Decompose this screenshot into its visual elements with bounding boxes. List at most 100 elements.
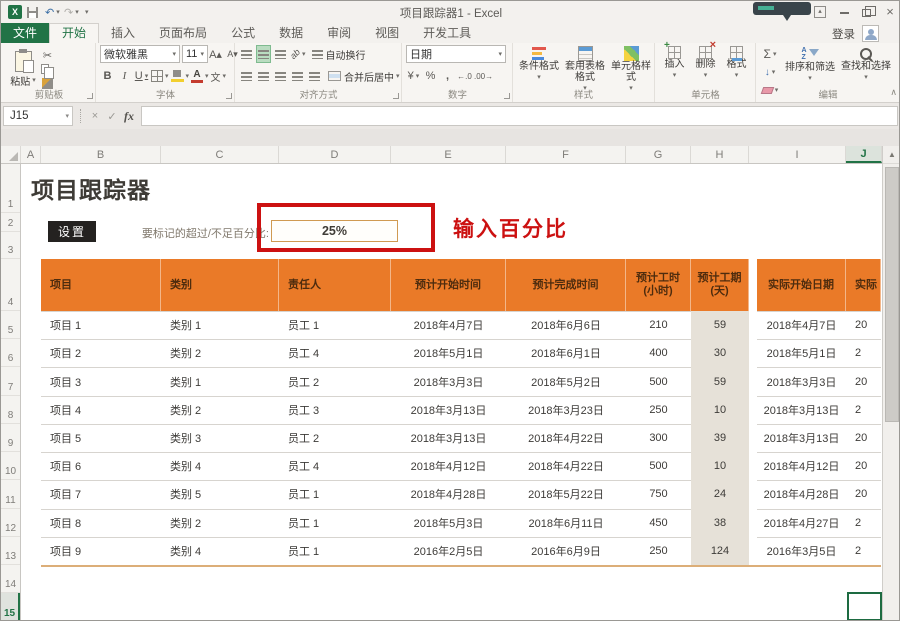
copy-button[interactable]: ▾ — [40, 62, 55, 76]
scroll-up-button[interactable]: ▲ — [883, 146, 900, 164]
cell-r1c8[interactable]: 2018年4月7日 — [757, 311, 846, 339]
tab-2[interactable]: 插入 — [99, 23, 147, 43]
align-center-button[interactable] — [256, 67, 271, 85]
cell-r1c7[interactable]: 59 — [691, 311, 749, 339]
cell-r6c8[interactable]: 2018年4月12日 — [757, 452, 846, 480]
cell-r3c6[interactable]: 500 — [626, 367, 691, 395]
format-cells-button[interactable]: 格式▾ — [721, 46, 752, 81]
row-header-10[interactable]: 10 — [1, 452, 20, 480]
fill-button[interactable]: ↓▾ — [760, 63, 780, 81]
row-header-14[interactable]: 14 — [1, 565, 20, 593]
row-header-1[interactable]: 1 — [1, 164, 20, 213]
column-header-G[interactable]: G — [626, 146, 691, 163]
cell-r3c8[interactable]: 2018年3月3日 — [757, 367, 846, 395]
cell-r7c6[interactable]: 750 — [626, 480, 691, 508]
dialog-launcher-alignment[interactable] — [393, 93, 399, 99]
scrollbar-thumb[interactable] — [885, 167, 899, 422]
cell-r1c2[interactable]: 类别 1 — [161, 311, 279, 339]
row-header-3[interactable]: 3 — [1, 232, 20, 259]
user-avatar-icon[interactable] — [862, 25, 879, 42]
cell-r6c4[interactable]: 2018年4月12日 — [391, 452, 506, 480]
cell-r5c2[interactable]: 类别 3 — [161, 424, 279, 452]
wrap-text-button[interactable]: 自动换行 — [312, 47, 366, 62]
find-select-button[interactable]: 查找和选择▾ — [838, 45, 894, 83]
cell-r5c3[interactable]: 员工 2 — [279, 424, 391, 452]
collap​se-ribbon-button[interactable]: ∧ — [890, 87, 897, 98]
cell-r5c9[interactable]: 20 — [846, 424, 881, 452]
cell-r1c9[interactable]: 20 — [846, 311, 881, 339]
cell-r1c4[interactable]: 2018年4月7日 — [391, 311, 506, 339]
cell-r4c7[interactable]: 10 — [691, 396, 749, 424]
bold-button[interactable]: B — [100, 67, 115, 85]
cell-r7c3[interactable]: 员工 1 — [279, 480, 391, 508]
sign-in-link[interactable]: 登录 — [832, 26, 855, 42]
cell-r3c9[interactable]: 20 — [846, 367, 881, 395]
tab-4[interactable]: 公式 — [219, 23, 267, 43]
cell-r6c5[interactable]: 2018年4月22日 — [506, 452, 626, 480]
cell-r1c5[interactable]: 2018年6月6日 — [506, 311, 626, 339]
cell-r8c8[interactable]: 2018年4月27日 — [757, 509, 846, 537]
column-header-F[interactable]: F — [506, 146, 626, 163]
cell-r2c5[interactable]: 2018年6月1日 — [506, 339, 626, 367]
cell-r5c6[interactable]: 300 — [626, 424, 691, 452]
cell-r2c2[interactable]: 类别 2 — [161, 339, 279, 367]
cell-r4c5[interactable]: 2018年3月23日 — [506, 396, 626, 424]
align-middle-button[interactable] — [256, 45, 271, 63]
row-header-11[interactable]: 11 — [1, 480, 20, 509]
cell-r8c2[interactable]: 类别 2 — [161, 509, 279, 537]
cell-r9c2[interactable]: 类别 4 — [161, 537, 279, 565]
cell-r6c2[interactable]: 类别 4 — [161, 452, 279, 480]
column-header-E[interactable]: E — [391, 146, 506, 163]
column-header-B[interactable]: B — [41, 146, 161, 163]
row-header-5[interactable]: 5 — [1, 311, 20, 339]
cell-r2c3[interactable]: 员工 4 — [279, 339, 391, 367]
cell-r2c9[interactable]: 2 — [846, 339, 881, 367]
cell-r6c3[interactable]: 员工 4 — [279, 452, 391, 480]
cell-r9c3[interactable]: 员工 1 — [279, 537, 391, 565]
cell-r2c8[interactable]: 2018年5月1日 — [757, 339, 846, 367]
cell-r3c1[interactable]: 项目 3 — [41, 367, 161, 395]
column-header-C[interactable]: C — [161, 146, 279, 163]
column-header-I[interactable]: I — [749, 146, 846, 163]
cell-r8c3[interactable]: 员工 1 — [279, 509, 391, 537]
italic-button[interactable]: I — [117, 67, 132, 85]
cell-r5c1[interactable]: 项目 5 — [41, 424, 161, 452]
fill-color-button[interactable]: ▾ — [171, 67, 190, 85]
cell-r7c7[interactable]: 24 — [691, 480, 749, 508]
cell-r1c6[interactable]: 210 — [626, 311, 691, 339]
cell-r9c4[interactable]: 2016年2月5日 — [391, 537, 506, 565]
cell-r5c5[interactable]: 2018年4月22日 — [506, 424, 626, 452]
phonetic-guide-button[interactable]: 文▾ — [211, 67, 227, 85]
cell-r5c4[interactable]: 2018年3月13日 — [391, 424, 506, 452]
cell-r9c6[interactable]: 250 — [626, 537, 691, 565]
paste-button[interactable]: 粘贴▾ — [6, 48, 40, 88]
dialog-launcher-font[interactable] — [226, 93, 232, 99]
cell-r7c4[interactable]: 2018年4月28日 — [391, 480, 506, 508]
cut-button[interactable]: ✂ — [40, 48, 55, 62]
cell-r6c1[interactable]: 项目 6 — [41, 452, 161, 480]
cell-r6c7[interactable]: 10 — [691, 452, 749, 480]
cell-r9c9[interactable]: 2 — [846, 537, 881, 565]
insert-cells-button[interactable]: 插入▾ — [659, 46, 690, 81]
tab-1[interactable]: 开始 — [49, 23, 99, 43]
cancel-formula-button[interactable]: × — [87, 106, 103, 126]
vertical-scrollbar[interactable]: ▲ — [882, 146, 900, 621]
row-header-6[interactable]: 6 — [1, 339, 20, 367]
borders-button[interactable]: ▾ — [151, 67, 169, 85]
merge-center-button[interactable]: 合并后居中▾ — [328, 69, 400, 84]
comma-style-button[interactable]: , — [440, 67, 455, 85]
cell-r2c6[interactable]: 400 — [626, 339, 691, 367]
sort-filter-button[interactable]: AZ排序和筛选▾ — [782, 45, 838, 84]
tab-0[interactable]: 文件 — [1, 23, 49, 43]
cell-r7c8[interactable]: 2018年4月28日 — [757, 480, 846, 508]
cell-r8c9[interactable]: 2 — [846, 509, 881, 537]
cell-r7c5[interactable]: 2018年5月22日 — [506, 480, 626, 508]
cell-r6c9[interactable]: 20 — [846, 452, 881, 480]
cell-r9c5[interactable]: 2016年6月9日 — [506, 537, 626, 565]
autosum-button[interactable]: Σ▾ — [760, 45, 780, 63]
name-box[interactable]: J15▾ — [3, 106, 73, 126]
enter-formula-button[interactable]: ✓ — [104, 106, 120, 126]
conditional-formatting-button[interactable]: 条件格式▾ — [516, 46, 562, 83]
increase-font-size-button[interactable]: A▴ — [208, 45, 223, 63]
increase-decimal-button[interactable]: ←.0 — [457, 67, 472, 85]
